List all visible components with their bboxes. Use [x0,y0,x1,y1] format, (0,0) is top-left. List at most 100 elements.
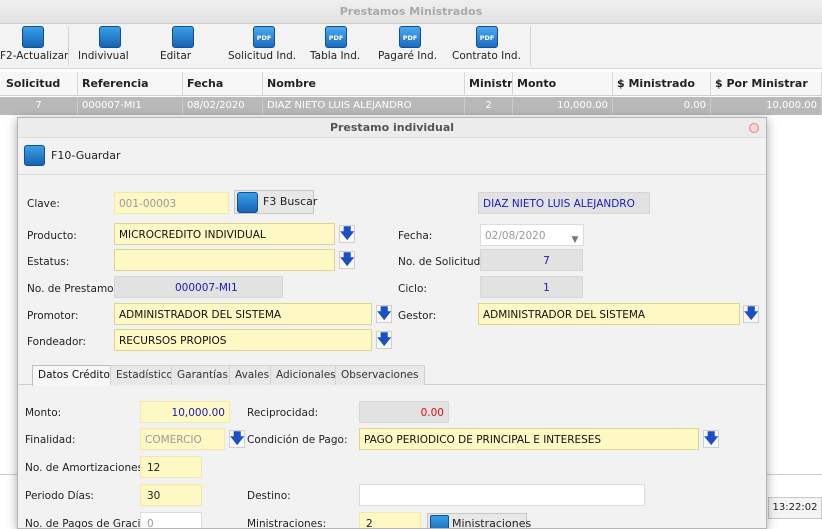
tab-datos-credito[interactable]: Datos Crédito [32,365,116,386]
producto-dropdown-arrow-icon[interactable]: 🡇 [339,225,355,243]
solicitud-pdf-button[interactable]: PDF Solicitud Ind. [228,24,300,68]
divider [18,174,766,175]
estatus-label: Estatus: [27,256,70,268]
solicitud-field: 7 [480,249,583,271]
condicion-label: Condición de Pago: [247,434,348,446]
save-icon [24,145,45,166]
clave-label: Clave: [27,198,60,210]
gestor-dropdown-arrow-icon[interactable]: 🡇 [743,305,759,323]
column-header-fecha[interactable]: Fecha [183,72,263,96]
finalidad-field[interactable]: COMERCIO [140,428,225,450]
pagare-pdf-button[interactable]: PDF Pagaré Ind. [378,24,442,68]
refresh-button[interactable]: F2-Actualizar [0,24,69,68]
contrato-pdf-button[interactable]: PDF Contrato Ind. [452,24,522,68]
fondeador-dropdown-arrow-icon[interactable]: 🡇 [376,331,392,349]
refresh-label: F2-Actualizar [0,50,69,62]
tabla-pdf-label: Tabla Ind. [310,50,361,62]
cell-nombre: DIAZ NIETO LUIS ALEJANDRO [263,97,465,115]
amortizaciones-label: No. de Amortizaciones: [25,462,147,474]
cell-referencia: 000007-MI1 [78,97,183,115]
periodo-label: Periodo Días: [25,490,94,502]
gracia-field[interactable]: 0 [140,512,202,528]
gestor-label: Gestor: [398,310,437,322]
condicion-field[interactable]: PAGO PERIODICO DE PRINCIPAL E INTERESES [359,428,699,450]
ciclo-field: 1 [480,276,583,298]
clave-field[interactable]: 001-00003 [114,192,229,214]
reciprocidad-label: Reciprocidad: [247,407,319,419]
pagare-pdf-label: Pagaré Ind. [378,50,438,62]
finalidad-label: Finalidad: [25,434,76,446]
reciprocidad-field: 0.00 [359,401,449,423]
estatus-dropdown-arrow-icon[interactable]: 🡇 [339,251,355,269]
prestamo-dialog: Prestamo individual F10-Guardar Clave: 0… [17,117,767,529]
cell-por-ministrar: 10,000.00 [711,97,822,115]
cell-fecha: 08/02/2020 [183,97,263,115]
finalidad-dropdown-arrow-icon[interactable]: 🡇 [229,430,245,448]
column-header-nombre[interactable]: Nombre [263,72,465,96]
column-header-ministr[interactable]: Ministr. [465,72,513,96]
solicitud-pdf-label: Solicitud Ind. [228,50,297,62]
clock: 13:22:02 [768,497,822,519]
toolbar-separator [530,26,531,66]
destino-field[interactable] [359,484,645,506]
ministraciones-button[interactable]: Ministraciones [427,513,531,528]
tab-adicionales[interactable]: Adicionales [270,365,342,385]
grid-header: Solicitud Referencia Fecha Nombre Minist… [0,72,822,96]
prestamo-field: 000007-MI1 [114,276,283,298]
column-header-monto[interactable]: Monto [513,72,613,96]
pdf-icon: PDF [476,26,498,48]
condicion-dropdown-arrow-icon[interactable]: 🡇 [703,430,719,448]
producto-label: Producto: [27,230,77,242]
cell-ministrado: 0.00 [613,97,711,115]
gestor-field[interactable]: ADMINISTRADOR DEL SISTEMA [478,303,740,325]
tab-observaciones[interactable]: Observaciones [335,365,425,385]
prestamo-label: No. de Prestamo: [27,283,118,295]
cell-monto: 10,000.00 [513,97,613,115]
periodo-field[interactable]: 30 [140,484,202,506]
ministraciones-label: Ministraciones: [247,518,327,529]
individual-label: Indivivual [78,50,129,62]
monto-field[interactable]: 10,000.00 [140,401,230,423]
edit-icon [172,26,194,48]
estatus-field[interactable] [114,249,335,271]
fondeador-label: Fondeador: [27,336,87,348]
list-icon [430,515,449,528]
individual-button[interactable]: Indivivual [78,24,142,68]
ministraciones-button-label: Ministraciones [452,517,532,529]
promotor-dropdown-arrow-icon[interactable]: 🡇 [376,305,392,323]
search-label: F3 Buscar [263,195,318,208]
destino-label: Destino: [247,490,291,502]
ministraciones-field[interactable]: 2 [359,512,421,528]
monto-label: Monto: [25,407,62,419]
edit-label: Editar [160,50,192,62]
tab-avales[interactable]: Avales [229,365,276,385]
column-header-solicitud[interactable]: Solicitud [0,72,78,96]
chevron-down-icon[interactable]: ▼ [569,231,581,249]
solicitud-label: No. de Solicitud: [398,256,484,268]
promotor-field[interactable]: ADMINISTRADOR DEL SISTEMA [114,303,372,325]
pdf-icon: PDF [399,26,421,48]
cell-ministr: 2 [465,97,513,115]
close-icon[interactable] [749,123,759,133]
promotor-label: Promotor: [27,310,79,322]
table-row[interactable]: 7 000007-MI1 08/02/2020 DIAZ NIETO LUIS … [0,97,822,115]
amortizaciones-field[interactable]: 12 [140,456,202,478]
pdf-icon: PDF [253,26,275,48]
document-icon [99,26,121,48]
save-label: F10-Guardar [51,149,121,162]
cell-solicitud: 7 [0,97,78,115]
column-header-referencia[interactable]: Referencia [78,72,183,96]
column-header-ministrado[interactable]: $ Ministrado [613,72,711,96]
column-header-por-ministrar[interactable]: $ Por Ministrar [711,72,822,96]
refresh-icon [22,26,44,48]
tabla-pdf-button[interactable]: PDF Tabla Ind. [310,24,362,68]
toolbar: F2-Actualizar Indivivual Editar PDF Soli… [0,24,822,69]
tab-garantias[interactable]: Garantías [171,365,234,385]
search-button[interactable]: F3 Buscar [234,190,318,214]
pdf-icon: PDF [325,26,347,48]
contrato-pdf-label: Contrato Ind. [452,50,521,62]
fondeador-field[interactable]: RECURSOS PROPIOS [114,329,372,351]
client-name-field: DIAZ NIETO LUIS ALEJANDRO [478,192,650,214]
producto-field[interactable]: MICROCREDITO INDIVIDUAL [114,223,335,245]
edit-button[interactable]: Editar [160,24,206,68]
